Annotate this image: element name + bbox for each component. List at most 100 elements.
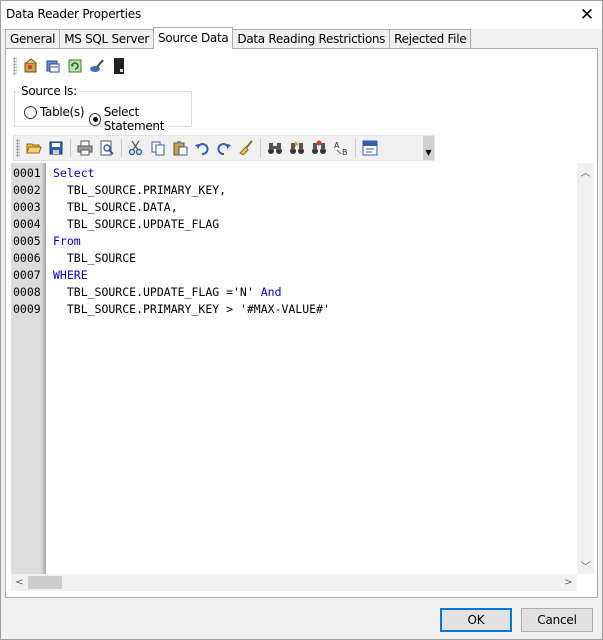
sql-text: TBL_SOURCE.DATA, <box>53 200 178 214</box>
horizontal-scroll-thumb[interactable] <box>28 576 62 589</box>
toolbar-separator <box>260 139 261 157</box>
cancel-button[interactable]: Cancel <box>521 608 593 632</box>
ok-button[interactable]: OK <box>440 608 512 632</box>
device-icon <box>114 58 124 74</box>
cut-button[interactable] <box>125 137 147 159</box>
radio-select-statement[interactable]: Select Statement <box>89 105 191 133</box>
scroll-down-icon[interactable]: ﹀ <box>577 557 594 574</box>
paste-icon <box>173 141 188 156</box>
tab-data-reading-restrictions[interactable]: Data Reading Restrictions <box>232 29 391 48</box>
find-next-button[interactable] <box>286 137 308 159</box>
line-code: TBL_SOURCE <box>49 250 136 267</box>
print-button[interactable] <box>74 137 96 159</box>
sort-az-icon: AB <box>334 141 348 156</box>
print-preview-button[interactable] <box>96 137 118 159</box>
sql-text: TBL_SOURCE.UPDATE_FLAG ='N' <box>53 285 261 299</box>
find-next-icon <box>290 141 304 154</box>
find-button[interactable] <box>264 137 286 159</box>
print-icon <box>77 140 93 156</box>
refresh-button[interactable] <box>64 55 86 77</box>
title-bar: Data Reader Properties ✕ <box>1 1 602 29</box>
tab-source-data[interactable]: Source Data <box>153 27 234 49</box>
sql-text: TBL_SOURCE <box>53 251 137 265</box>
scroll-left-icon[interactable]: < <box>11 574 28 591</box>
sql-keyword: From <box>53 234 81 248</box>
save-button[interactable] <box>45 137 67 159</box>
toolbar-overflow-button[interactable]: ▼ <box>423 136 434 160</box>
radio-select-statement-label: Select Statement <box>103 105 165 133</box>
wizard-button[interactable] <box>20 55 42 77</box>
editor-toolbar-grip[interactable] <box>16 139 20 157</box>
sql-icon <box>362 140 378 156</box>
close-button[interactable]: ✕ <box>572 1 602 29</box>
line-code: WHERE <box>49 267 88 284</box>
radio-tables-circle[interactable] <box>24 105 37 119</box>
source-is-group: Source Is: Table(s) Select Statement <box>14 84 192 133</box>
code-line: 0009 TBL_SOURCE.PRIMARY_KEY > '#MAX-VALU… <box>13 301 330 318</box>
line-code: TBL_SOURCE.UPDATE_FLAG ='N' And <box>49 284 282 301</box>
tab-rejected-file[interactable]: Rejected File <box>389 29 472 48</box>
dialog-window: Data Reader Properties ✕ General MS SQL … <box>0 0 603 640</box>
print-preview-icon <box>100 140 114 156</box>
device-button[interactable] <box>108 55 130 77</box>
paste-button[interactable] <box>169 137 191 159</box>
brush-icon <box>90 59 104 72</box>
line-code: Select <box>49 165 95 182</box>
save-icon <box>49 141 63 155</box>
undo-icon <box>195 143 209 155</box>
source-is-label: Source Is: <box>20 84 78 98</box>
sql-keyword: And <box>260 285 282 299</box>
copy-icon <box>151 141 165 156</box>
refresh-icon <box>68 59 82 73</box>
window-title: Data Reader Properties <box>6 7 141 21</box>
chevron-down-icon: ▼ <box>425 148 432 157</box>
line-number: 0009 <box>13 302 41 316</box>
wizard-icon <box>24 58 37 73</box>
toolbar-separator <box>121 139 122 157</box>
query-builder-button[interactable] <box>42 55 64 77</box>
radio-select-statement-circle[interactable] <box>89 112 101 126</box>
line-code: TBL_SOURCE.DATA, <box>49 199 178 216</box>
open-button[interactable] <box>23 137 45 159</box>
sort-button[interactable]: AB <box>330 137 352 159</box>
undo-button[interactable] <box>191 137 213 159</box>
open-folder-icon <box>26 143 42 154</box>
sql-keyword: WHERE <box>53 268 88 282</box>
code-line: 0008 TBL_SOURCE.UPDATE_FLAG ='N' And <box>13 284 330 301</box>
clear-button[interactable] <box>235 137 257 159</box>
sql-format-button[interactable] <box>359 137 381 159</box>
scroll-up-icon[interactable]: ︿ <box>577 163 594 180</box>
broom-icon <box>239 140 253 156</box>
tab-strip: General MS SQL Server Source Data Data R… <box>5 27 472 49</box>
source-data-panel: Source Is: Table(s) Select Statement A B… <box>5 48 598 598</box>
radio-tables[interactable]: Table(s) <box>24 105 85 119</box>
tab-ms-sql-server[interactable]: MS SQL Server <box>59 29 155 48</box>
sql-text: TBL_SOURCE.PRIMARY_KEY > '#MAX-VALUE#' <box>53 302 330 316</box>
line-number: 0004 <box>13 217 41 231</box>
code-line: 0002 TBL_SOURCE.PRIMARY_KEY, <box>13 182 330 199</box>
code-line: 0007 WHERE <box>13 267 330 284</box>
vertical-scrollbar[interactable]: ︿ ﹀ <box>577 163 594 574</box>
toolbar-grip[interactable] <box>13 57 17 75</box>
copy-button[interactable] <box>147 137 169 159</box>
clean-button[interactable] <box>86 55 108 77</box>
replace-button[interactable] <box>308 137 330 159</box>
line-number: 0003 <box>13 200 41 214</box>
redo-icon <box>217 143 231 155</box>
line-number: 0008 <box>13 285 41 299</box>
line-code: TBL_SOURCE.PRIMARY_KEY, <box>49 182 226 199</box>
sql-text: TBL_SOURCE.UPDATE_FLAG <box>53 217 220 231</box>
code-line: 0005 From <box>13 233 330 250</box>
code-line: 0001 Select <box>13 165 330 182</box>
sql-editor[interactable]: 0001 Select 0002 TBL_SOURCE.PRIMARY_KEY, 00… <box>11 163 594 591</box>
editor-toolbar: AB ▼ <box>13 135 435 161</box>
code-line: 0003 TBL_SOURCE.DATA, <box>13 199 330 216</box>
tab-general[interactable]: General <box>5 29 61 48</box>
line-number: 0001 <box>13 166 41 180</box>
redo-button[interactable] <box>213 137 235 159</box>
horizontal-scrollbar[interactable]: < > <box>11 574 577 591</box>
replace-icon <box>312 140 326 154</box>
code-line: 0004 TBL_SOURCE.UPDATE_FLAG <box>13 216 330 233</box>
code-line: 0006 TBL_SOURCE <box>13 250 330 267</box>
scroll-right-icon[interactable]: > <box>560 574 577 591</box>
